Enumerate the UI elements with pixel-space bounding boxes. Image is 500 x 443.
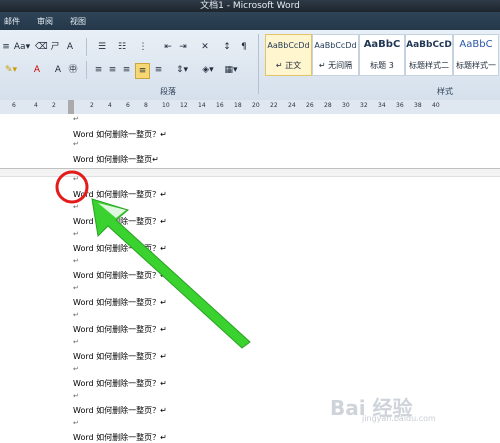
watermark-sub: jingyan.baidu.com	[362, 414, 436, 423]
annotation-overlay	[55, 170, 251, 349]
pointer-arrow	[91, 198, 251, 349]
highlight-circle	[55, 170, 89, 204]
